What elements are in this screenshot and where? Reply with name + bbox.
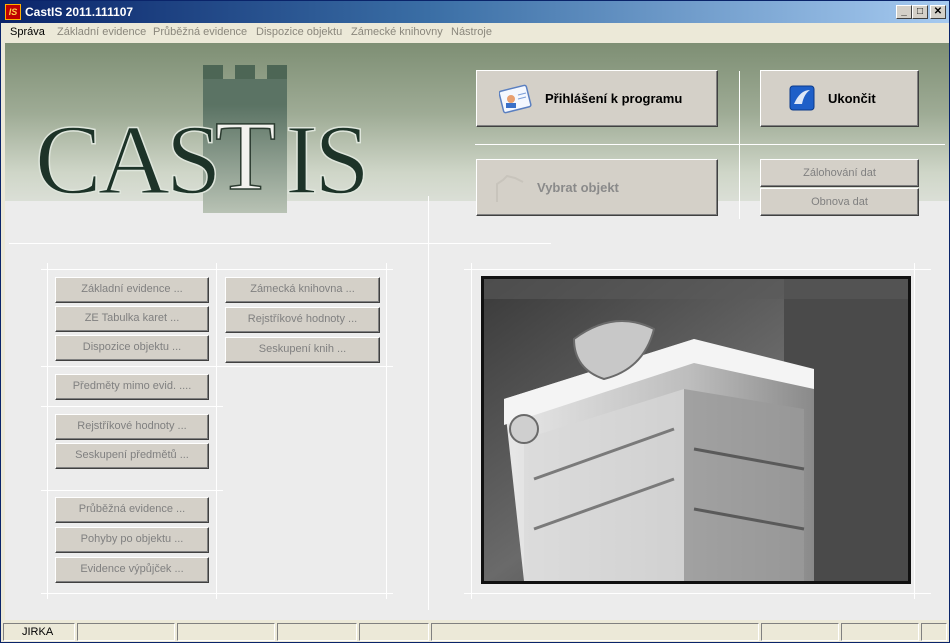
backup-label: Zálohování dat bbox=[803, 167, 876, 179]
menu-nastroje[interactable]: Nástroje bbox=[451, 26, 492, 38]
divider bbox=[216, 263, 217, 599]
main-window: IS CastIS 2011.111107 _ □ ✕ Správa Zákla… bbox=[0, 0, 950, 643]
nav-label: Zámecká knihovna ... bbox=[250, 283, 355, 295]
nav-zamecka-knihovna-button[interactable]: Zámecká knihovna ... bbox=[225, 277, 380, 303]
nav-evidence-vypujcek-button[interactable]: Evidence výpůjček ... bbox=[55, 557, 209, 583]
restore-button[interactable]: Obnova dat bbox=[760, 188, 919, 216]
divider bbox=[41, 269, 393, 270]
nav-label: Rejstříkové hodnoty ... bbox=[247, 313, 358, 325]
exit-button[interactable]: Ukončit bbox=[760, 70, 919, 127]
login-button[interactable]: Přihlášení k programu bbox=[476, 70, 718, 127]
nav-rejstrikove-hodnoty-knih-button[interactable]: Rejstříkové hodnoty ... bbox=[225, 307, 380, 333]
menu-bar: Správa Základní evidence Průběžná eviden… bbox=[1, 23, 949, 42]
window-title: CastIS 2011.111107 bbox=[25, 5, 134, 19]
divider bbox=[464, 269, 931, 270]
maximize-button[interactable]: □ bbox=[912, 5, 928, 19]
nav-zakladni-evidence-button[interactable]: Základní evidence ... bbox=[55, 277, 209, 303]
divider bbox=[739, 71, 740, 219]
status-user: JIRKA bbox=[3, 623, 75, 641]
login-card-icon bbox=[499, 84, 532, 114]
divider bbox=[41, 593, 393, 594]
divider bbox=[428, 196, 429, 610]
menu-prubezna-evidence[interactable]: Průběžná evidence bbox=[153, 26, 247, 38]
nav-label: Seskupení předmětů ... bbox=[75, 449, 189, 461]
divider bbox=[41, 366, 393, 367]
nav-rejstrikove-hodnoty-button[interactable]: Rejstříkové hodnoty ... bbox=[55, 414, 209, 440]
app-icon: IS bbox=[5, 4, 21, 20]
divider bbox=[41, 490, 223, 491]
title-bar[interactable]: IS CastIS 2011.111107 _ □ ✕ bbox=[1, 1, 949, 23]
castis-logo: CAS T IS bbox=[35, 65, 371, 215]
nav-pohyby-po-objektu-button[interactable]: Pohyby po objektu ... bbox=[55, 527, 209, 553]
divider bbox=[386, 263, 387, 599]
divider bbox=[471, 263, 472, 599]
status-cell bbox=[77, 623, 175, 641]
nav-dispozice-objektu-button[interactable]: Dispozice objektu ... bbox=[55, 335, 209, 361]
nav-seskupeni-knih-button[interactable]: Seskupení knih ... bbox=[225, 337, 380, 363]
divider bbox=[9, 243, 551, 244]
castle-photo bbox=[481, 276, 911, 584]
logo-text-cas: CAS bbox=[35, 104, 218, 215]
resize-grip-icon[interactable] bbox=[921, 623, 947, 641]
nav-label: Základní evidence ... bbox=[81, 283, 183, 295]
divider bbox=[464, 593, 931, 594]
nav-ze-tabulka-karet-button[interactable]: ZE Tabulka karet ... bbox=[55, 306, 209, 332]
nav-label: Průběžná evidence ... bbox=[78, 503, 186, 515]
exit-icon bbox=[789, 85, 815, 111]
status-cell bbox=[841, 623, 919, 641]
menu-dispozice-objektu[interactable]: Dispozice objektu bbox=[256, 26, 342, 38]
menu-sprava[interactable]: Správa bbox=[10, 26, 45, 38]
architecture-photo-image bbox=[484, 279, 908, 581]
nav-seskupeni-predmetu-button[interactable]: Seskupení předmětů ... bbox=[55, 443, 209, 469]
divider bbox=[475, 144, 945, 145]
divider bbox=[41, 406, 223, 407]
status-bar: JIRKA bbox=[1, 622, 949, 642]
backup-button[interactable]: Zálohování dat bbox=[760, 159, 919, 187]
nav-label: Pohyby po objektu ... bbox=[80, 533, 184, 545]
restore-label: Obnova dat bbox=[811, 196, 868, 208]
status-cell bbox=[277, 623, 357, 641]
logo-text-t: T bbox=[215, 100, 276, 211]
status-cell bbox=[431, 623, 759, 641]
select-object-label: Vybrat objekt bbox=[537, 180, 619, 195]
nav-predmety-mimo-evid-button[interactable]: Předměty mimo evid. .... bbox=[55, 374, 209, 400]
status-cell bbox=[177, 623, 275, 641]
close-button[interactable]: ✕ bbox=[930, 5, 946, 19]
divider bbox=[47, 263, 48, 599]
castle-silhouette-icon bbox=[496, 174, 524, 202]
exit-label: Ukončit bbox=[828, 91, 876, 106]
login-label: Přihlášení k programu bbox=[545, 91, 683, 106]
status-cell bbox=[761, 623, 839, 641]
menu-zamecke-knihovny[interactable]: Zámecké knihovny bbox=[351, 26, 443, 38]
divider bbox=[914, 263, 915, 599]
menu-zakladni-evidence[interactable]: Základní evidence bbox=[57, 26, 146, 38]
logo-text-is: IS bbox=[285, 104, 366, 215]
minimize-button[interactable]: _ bbox=[896, 5, 912, 19]
nav-label: Předměty mimo evid. .... bbox=[72, 380, 192, 392]
nav-label: ZE Tabulka karet ... bbox=[84, 312, 180, 324]
nav-label: Dispozice objektu ... bbox=[82, 341, 182, 353]
nav-label: Rejstříkové hodnoty ... bbox=[77, 420, 187, 432]
status-cell bbox=[359, 623, 429, 641]
select-object-button[interactable]: Vybrat objekt bbox=[476, 159, 718, 216]
nav-prubezna-evidence-button[interactable]: Průběžná evidence ... bbox=[55, 497, 209, 523]
nav-label: Evidence výpůjček ... bbox=[80, 563, 184, 575]
nav-label: Seskupení knih ... bbox=[258, 343, 347, 355]
